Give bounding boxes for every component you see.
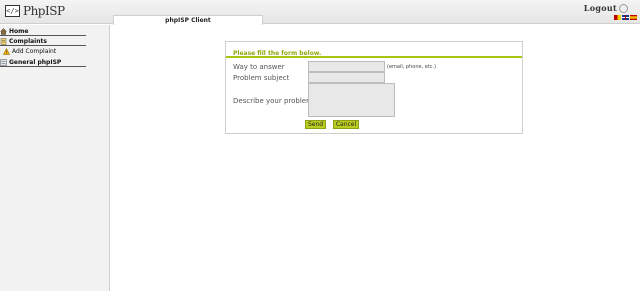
form-header: Please fill the form below. [226, 42, 522, 58]
describe-problem-label: Describe your problem [233, 97, 313, 105]
logo[interactable]: </> PhpISP [5, 1, 65, 21]
sidebar-item-label: Home [9, 27, 29, 35]
complaint-form: Please fill the form below. Way to answe… [225, 41, 523, 134]
sidebar-item-complaints[interactable]: Complaints [0, 37, 86, 46]
sidebar-item-label: Add Complaint [12, 48, 57, 55]
cancel-button[interactable]: Cancel [333, 120, 359, 129]
flag-icon-1[interactable] [614, 15, 621, 20]
complaints-icon [0, 37, 7, 45]
problem-subject-label: Problem subject [233, 74, 290, 82]
logo-text: PhpISP [23, 4, 65, 18]
warning-icon [3, 48, 10, 55]
top-bar: </> PhpISP Logout [0, 0, 640, 24]
settings-icon [0, 58, 7, 66]
logo-icon: </> [5, 5, 20, 17]
problem-subject-input[interactable] [308, 72, 385, 83]
sidebar: Home Complaints Add Complaint General ph… [0, 25, 110, 291]
sidebar-item-add-complaint[interactable]: Add Complaint [3, 47, 89, 56]
app-window: </> PhpISP Logout Home Complaints Add Co… [0, 0, 640, 291]
tab-phpisp-client[interactable]: phpISP Client [113, 15, 263, 25]
language-flags [614, 15, 637, 20]
flag-icon-3[interactable] [630, 15, 637, 20]
house-icon [0, 27, 7, 35]
sidebar-item-home[interactable]: Home [0, 27, 86, 36]
way-to-answer-input[interactable] [308, 61, 385, 72]
sidebar-item-label: General phpISP [9, 58, 62, 66]
form-title: Please fill the form below. [233, 50, 322, 57]
power-icon [619, 3, 628, 13]
describe-problem-textarea[interactable] [308, 83, 395, 117]
sidebar-item-general-phpisp[interactable]: General phpISP [0, 58, 86, 67]
flag-icon-2[interactable] [622, 15, 629, 20]
send-button[interactable]: Send [305, 120, 326, 129]
way-to-answer-label: Way to answer [233, 63, 285, 71]
logout-button[interactable]: Logout [584, 3, 628, 13]
way-to-answer-hint: (email, phone, etc.) [387, 64, 437, 70]
logout-label: Logout [583, 3, 617, 13]
sidebar-item-label: Complaints [9, 37, 47, 45]
